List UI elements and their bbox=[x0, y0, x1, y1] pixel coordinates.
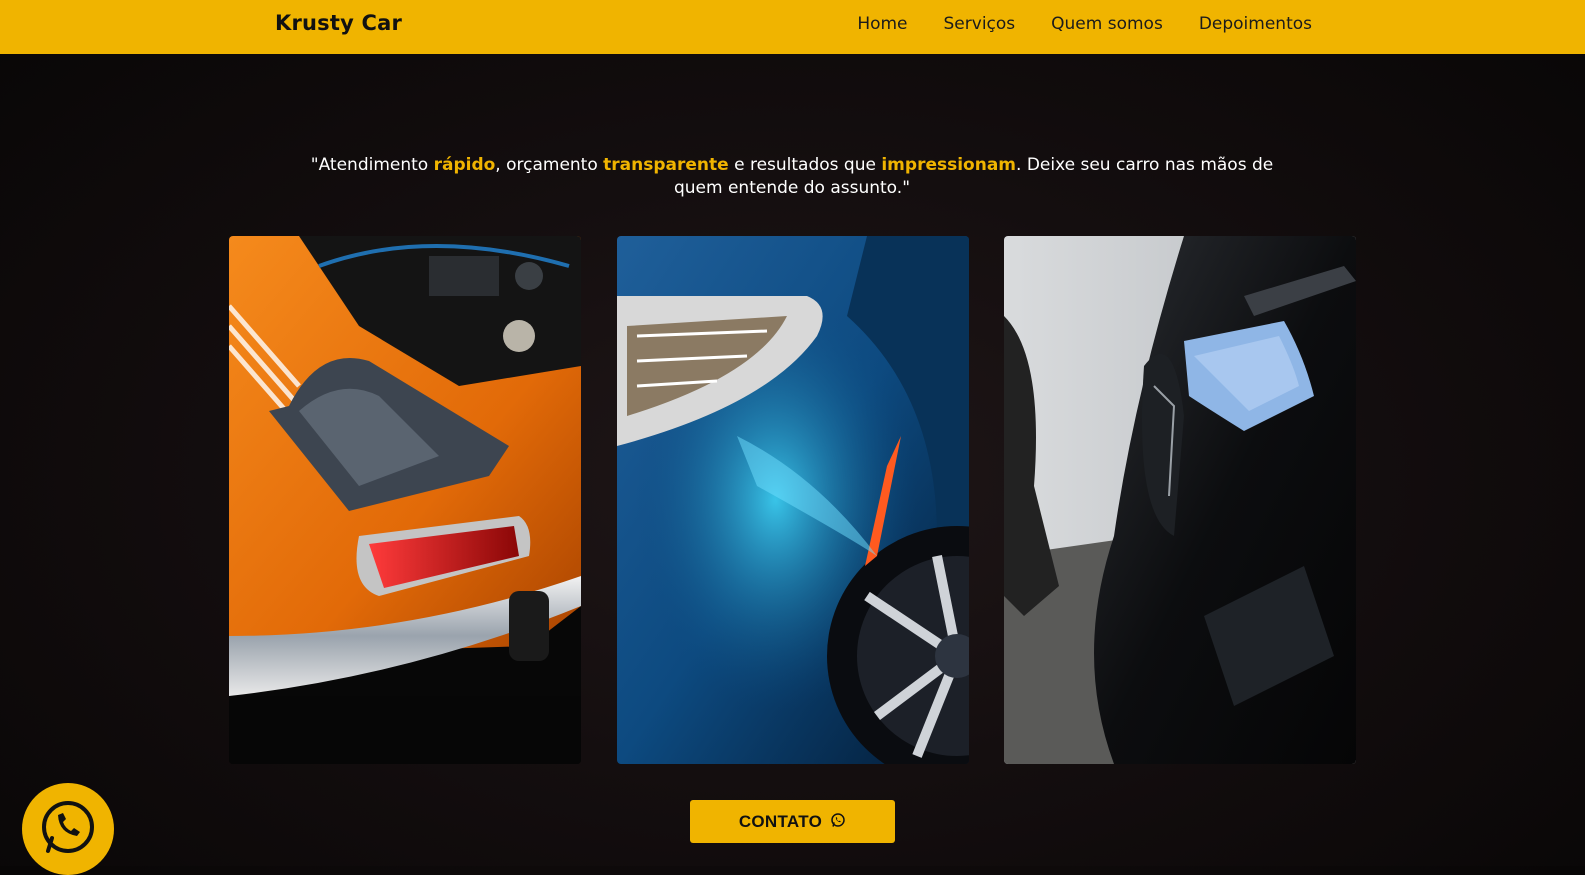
contact-label: CONTATO bbox=[738, 811, 823, 831]
site-header: Krusty Car Home Serviços Quem somos Depo… bbox=[0, 0, 1585, 54]
quote-highlight-rapido: rápido bbox=[433, 155, 496, 175]
whatsapp-icon bbox=[38, 797, 98, 861]
nav-home[interactable]: Home bbox=[857, 14, 907, 34]
gallery-image-blue-car bbox=[617, 236, 969, 764]
quote-text-3: e resultados que bbox=[728, 155, 882, 175]
quote-highlight-impressionam: impressionam bbox=[881, 155, 1017, 175]
floating-whatsapp-button[interactable] bbox=[22, 783, 114, 875]
nav-quem-somos[interactable]: Quem somos bbox=[1051, 14, 1163, 34]
brand-logo[interactable]: Krusty Car bbox=[275, 11, 402, 35]
whatsapp-icon bbox=[830, 812, 846, 831]
hero-quote: "Atendimento rápido, orçamento transpare… bbox=[292, 154, 1292, 200]
main-nav: Home Serviços Quem somos Depoimentos bbox=[857, 14, 1312, 34]
quote-highlight-transparente: transparente bbox=[603, 155, 729, 175]
contact-button[interactable]: CONTATO bbox=[690, 800, 895, 843]
gallery-image-black-car bbox=[1004, 236, 1356, 764]
quote-text-2: , orçamento bbox=[495, 155, 604, 175]
quote-text-1: "Atendimento bbox=[310, 155, 434, 175]
gallery-image-orange-car bbox=[229, 236, 581, 764]
nav-servicos[interactable]: Serviços bbox=[944, 14, 1016, 34]
nav-depoimentos[interactable]: Depoimentos bbox=[1199, 14, 1312, 34]
